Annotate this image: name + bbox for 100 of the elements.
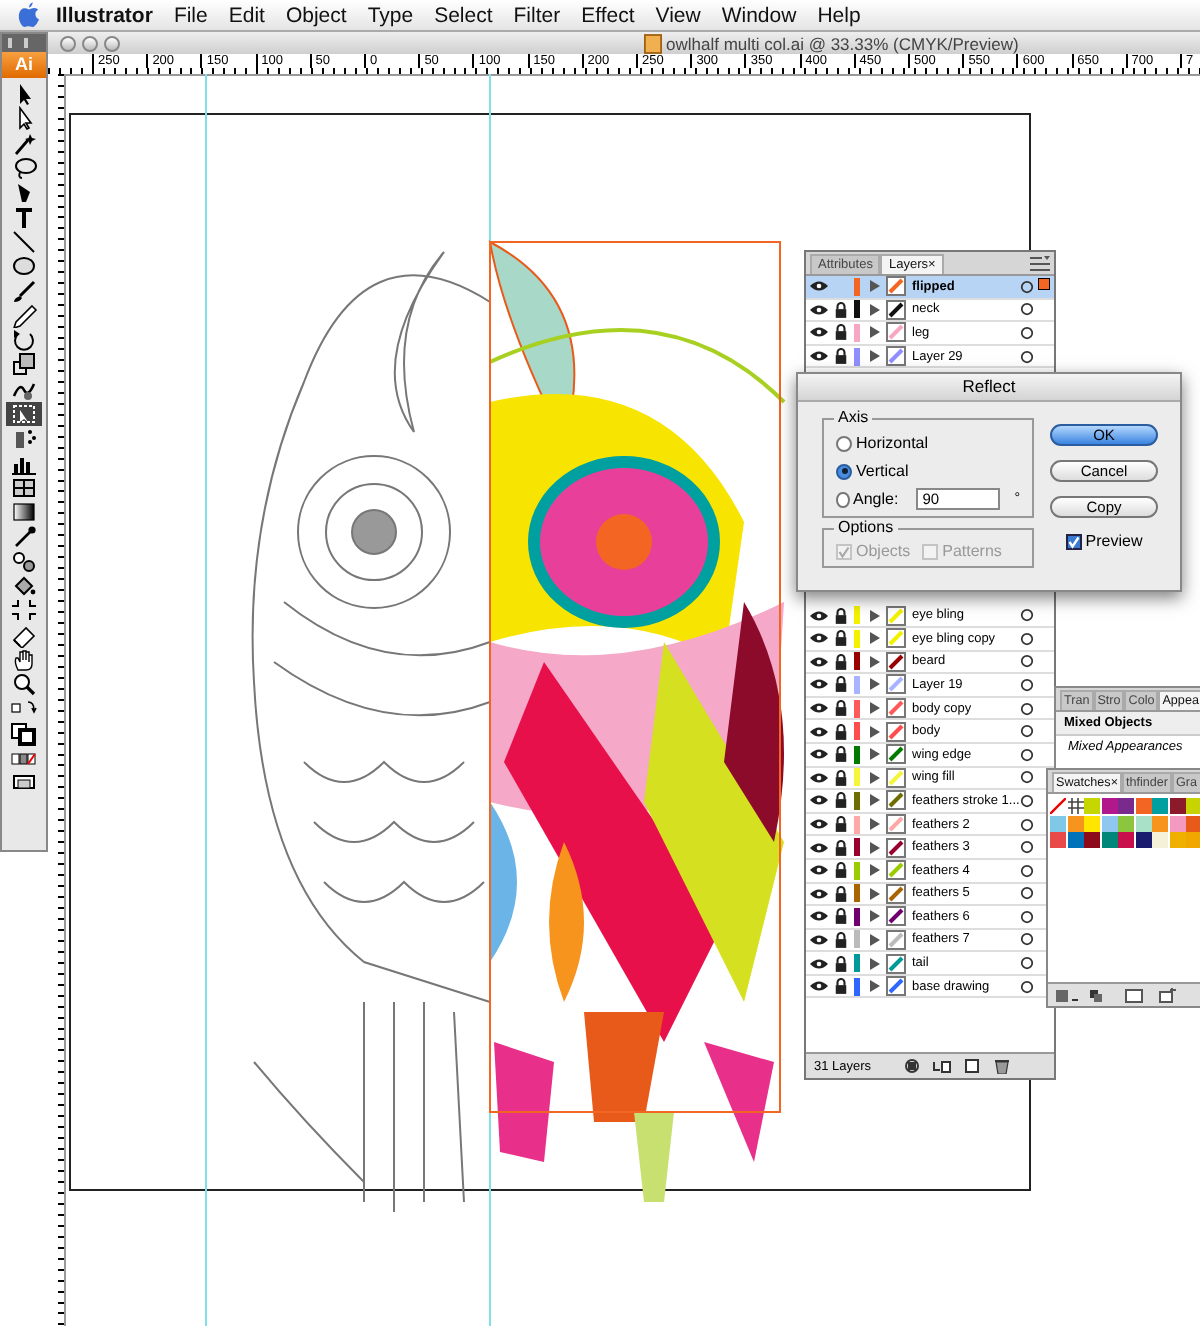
target-circle-icon[interactable] <box>1020 909 1034 924</box>
color-swatch[interactable] <box>1084 832 1100 848</box>
eye-icon[interactable] <box>810 771 828 784</box>
target-circle-icon[interactable] <box>1020 793 1034 808</box>
symbol-sprayer-icon[interactable] <box>10 426 38 451</box>
color-swatch[interactable] <box>1169 832 1185 848</box>
target-circle-icon[interactable] <box>1020 654 1034 669</box>
eyedropper-icon[interactable] <box>10 524 38 549</box>
target-circle-icon[interactable] <box>1020 631 1034 646</box>
color-swatch[interactable] <box>1186 798 1200 814</box>
preview-checkbox[interactable] <box>1065 533 1082 549</box>
menu-item[interactable]: Edit <box>228 3 265 27</box>
color-swatch[interactable] <box>1152 815 1168 831</box>
panel-header[interactable] <box>2 34 46 52</box>
lasso-icon[interactable] <box>10 156 38 181</box>
close-window-button[interactable] <box>60 35 76 51</box>
menu-item[interactable]: Object <box>285 3 347 27</box>
eye-icon[interactable] <box>810 280 828 293</box>
eye-icon[interactable] <box>810 725 828 738</box>
line-segment-icon[interactable] <box>10 229 38 254</box>
lock-icon[interactable] <box>834 607 848 624</box>
hand-icon[interactable] <box>10 647 38 672</box>
radio-label[interactable]: Angle: <box>853 490 899 508</box>
menu-item[interactable]: View <box>655 3 701 27</box>
radio-button[interactable] <box>836 491 849 507</box>
paintbrush-icon[interactable] <box>10 279 38 304</box>
new-swatch-icon[interactable] <box>1156 987 1180 1003</box>
eye-icon[interactable] <box>810 303 828 316</box>
eye-icon[interactable] <box>810 933 828 946</box>
color-swatch[interactable] <box>1135 798 1151 814</box>
eye-icon[interactable] <box>810 609 828 622</box>
eye-icon[interactable] <box>810 702 828 715</box>
eye-icon[interactable] <box>810 910 828 923</box>
pattern-swatch[interactable] <box>1067 798 1083 814</box>
color-swatch[interactable] <box>1050 815 1066 831</box>
crop-marks-icon[interactable] <box>10 598 38 623</box>
color-swatch[interactable] <box>1084 798 1100 814</box>
lock-icon[interactable] <box>834 769 848 786</box>
target-circle-icon[interactable] <box>1020 770 1034 785</box>
eye-icon[interactable] <box>810 818 828 831</box>
rotate-icon[interactable] <box>10 328 38 353</box>
target-circle-icon[interactable] <box>1020 325 1034 340</box>
free-transform-icon[interactable] <box>10 402 38 426</box>
eye-icon[interactable] <box>810 632 828 645</box>
color-swatch[interactable] <box>1067 832 1083 848</box>
menu-item[interactable]: Select <box>434 3 493 27</box>
target-circle-icon[interactable] <box>1020 747 1034 762</box>
trash-icon[interactable] <box>991 1058 1012 1074</box>
radio-button[interactable] <box>836 463 852 479</box>
eye-icon[interactable] <box>810 841 828 854</box>
target-circle-icon[interactable] <box>1020 863 1034 878</box>
target-circle-icon[interactable] <box>1020 701 1034 716</box>
target-circle-icon[interactable] <box>1020 956 1034 971</box>
menu-item[interactable]: File <box>173 3 208 27</box>
color-swatch[interactable] <box>1101 798 1117 814</box>
lock-icon[interactable] <box>834 792 848 809</box>
magnifier-icon[interactable] <box>10 672 38 697</box>
color-swatch[interactable] <box>1050 832 1066 848</box>
mesh-icon[interactable] <box>10 475 38 500</box>
eye-icon[interactable] <box>810 350 828 363</box>
menu-item[interactable]: Illustrator <box>56 3 153 27</box>
menu-item[interactable]: Window <box>721 3 797 27</box>
target-circle-icon[interactable] <box>1020 886 1034 901</box>
eye-icon[interactable] <box>810 794 828 807</box>
collapse-icon[interactable] <box>8 38 28 48</box>
lock-icon[interactable] <box>834 348 848 365</box>
lock-icon[interactable] <box>834 862 848 879</box>
eye-icon[interactable] <box>810 980 828 993</box>
target-circle-icon[interactable] <box>1020 932 1034 947</box>
eye-icon[interactable] <box>810 326 828 339</box>
color-swatch[interactable] <box>1101 832 1117 848</box>
menu-item[interactable]: Filter <box>513 3 561 27</box>
eye-icon[interactable] <box>810 748 828 761</box>
fill-stroke-icon[interactable] <box>10 721 38 746</box>
new-sublayer-icon[interactable] <box>931 1058 952 1074</box>
eye-icon[interactable] <box>810 655 828 668</box>
minimize-window-button[interactable] <box>82 35 98 51</box>
color-swatch[interactable] <box>1186 832 1200 848</box>
eraser-icon[interactable] <box>10 623 38 648</box>
eye-icon[interactable] <box>810 887 828 900</box>
eye-icon[interactable] <box>810 957 828 970</box>
target-circle-icon[interactable] <box>1020 840 1034 855</box>
color-swatch[interactable] <box>1152 832 1168 848</box>
ellipse-icon[interactable] <box>10 254 38 279</box>
target-circle-icon[interactable] <box>1020 677 1034 692</box>
make-clip-mask-icon[interactable] <box>901 1058 922 1074</box>
magic-wand-icon[interactable] <box>10 131 38 156</box>
lock-icon[interactable] <box>834 816 848 833</box>
radio-button[interactable] <box>836 435 852 451</box>
lock-icon[interactable] <box>834 908 848 925</box>
lock-icon[interactable] <box>834 301 848 318</box>
menu-item[interactable]: Help <box>817 3 861 27</box>
new-layer-icon[interactable] <box>961 1058 982 1074</box>
color-swatch[interactable] <box>1118 815 1134 831</box>
color-swatch[interactable] <box>1118 798 1134 814</box>
radio-label[interactable]: Horizontal <box>856 434 929 452</box>
target-circle-icon[interactable] <box>1020 979 1034 994</box>
blend-circles-icon[interactable] <box>10 549 38 574</box>
lock-icon[interactable] <box>834 324 848 341</box>
apple-logo-icon[interactable] <box>18 2 40 28</box>
